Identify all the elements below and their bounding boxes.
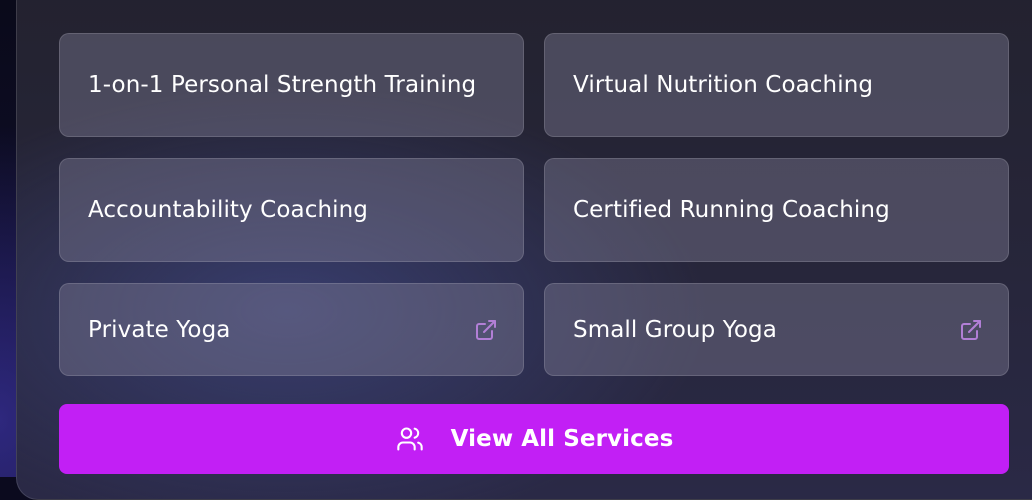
service-card-private-yoga[interactable]: Private Yoga xyxy=(59,283,524,376)
service-label: Private Yoga xyxy=(88,316,231,343)
page-background: 1-on-1 Personal Strength Training Virtua… xyxy=(0,0,1032,500)
users-icon xyxy=(395,424,425,454)
external-link-icon xyxy=(958,317,984,343)
service-card-virtual-nutrition-coaching[interactable]: Virtual Nutrition Coaching xyxy=(544,33,1009,137)
service-label: Accountability Coaching xyxy=(88,197,368,223)
service-card-personal-strength-training[interactable]: 1-on-1 Personal Strength Training xyxy=(59,33,524,137)
service-label: Virtual Nutrition Coaching xyxy=(573,72,874,98)
external-link-icon xyxy=(473,317,499,343)
service-label: 1-on-1 Personal Strength Training xyxy=(88,72,477,98)
service-label: Small Group Yoga xyxy=(573,316,777,343)
service-card-certified-running-coaching[interactable]: Certified Running Coaching xyxy=(544,158,1009,262)
service-card-accountability-coaching[interactable]: Accountability Coaching xyxy=(59,158,524,262)
view-all-services-label: View All Services xyxy=(450,426,674,452)
service-card-small-group-yoga[interactable]: Small Group Yoga xyxy=(544,283,1009,376)
service-label: Certified Running Coaching xyxy=(573,197,890,223)
view-all-services-button[interactable]: View All Services xyxy=(59,404,1009,474)
